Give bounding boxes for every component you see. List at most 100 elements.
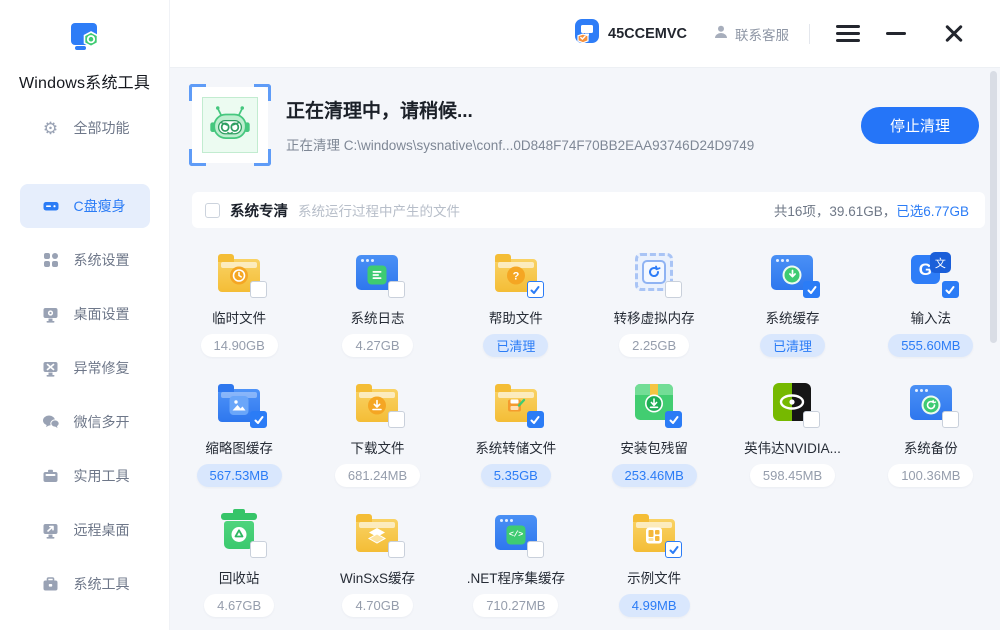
item-label: 下载文件 xyxy=(350,437,404,457)
item-size-badge: 598.45MB xyxy=(750,464,835,487)
close-button[interactable] xyxy=(926,18,970,50)
topbar: 45CCEMVC 联系客服 xyxy=(170,0,1000,68)
item-checkbox[interactable] xyxy=(388,541,405,558)
menu-button[interactable] xyxy=(830,19,866,48)
item-checkbox[interactable] xyxy=(942,411,959,428)
gear-icon: ⚙ xyxy=(42,119,60,137)
item-checkbox[interactable] xyxy=(250,281,267,298)
item-checkbox[interactable] xyxy=(388,281,405,298)
contact-support-label: 联系客服 xyxy=(735,24,789,44)
item-checkbox[interactable] xyxy=(803,281,820,298)
cleanup-item-winsxs-cache[interactable]: WinSxS缓存 4.70GB xyxy=(308,510,446,630)
item-label: 临时文件 xyxy=(212,307,266,327)
minimize-icon xyxy=(886,32,906,35)
svg-text:?: ? xyxy=(512,270,519,282)
cleanup-item-dump-files[interactable]: 系统转储文件 5.35GB xyxy=(447,380,585,510)
sidebar-item-label: C盘瘦身 xyxy=(74,196,126,216)
item-checkbox[interactable] xyxy=(665,281,682,298)
item-checkbox[interactable] xyxy=(527,541,544,558)
item-label: 回收站 xyxy=(219,567,260,587)
cleaning-text-block: 正在清理中，请稍候... 正在清理 C:\windows\sysnative\c… xyxy=(286,96,754,154)
section-header: 系统专清 系统运行过程中产生的文件 共16项，39.61GB，已选6.77GB xyxy=(192,192,985,228)
item-size-badge: 567.53MB xyxy=(197,464,282,487)
cleaning-title: 正在清理中，请稍候... xyxy=(286,96,754,123)
section-checkbox[interactable] xyxy=(205,203,220,218)
cleanup-item-system-logs[interactable]: 系统日志 4.27GB xyxy=(308,250,446,380)
item-size-badge: 681.24MB xyxy=(335,464,420,487)
item-checkbox[interactable] xyxy=(527,411,544,428)
cleanup-item-input-method[interactable]: G 文 输入法 555.60MB xyxy=(862,250,1000,380)
cleanup-item-system-cache[interactable]: 系统缓存 已清理 xyxy=(723,250,861,380)
sidebar-item-label: 实用工具 xyxy=(74,466,130,486)
monitor-repair-icon xyxy=(42,359,60,377)
grid-icon xyxy=(42,251,60,269)
scrollbar-thumb[interactable] xyxy=(990,71,997,343)
cleaning-header: 正在清理中，请稍候... 正在清理 C:\windows\sysnative\c… xyxy=(192,86,979,164)
item-size-badge: 4.67GB xyxy=(204,594,274,617)
cleaning-status-path: 正在清理 C:\windows\sysnative\conf...0D848F7… xyxy=(286,134,754,154)
item-checkbox[interactable] xyxy=(250,541,267,558)
cleanup-item-system-backup[interactable]: 系统备份 100.36MB xyxy=(862,380,1000,510)
item-label: 缩略图缓存 xyxy=(205,437,273,457)
cleanup-item-dotnet-cache[interactable]: </> .NET程序集缓存 710.27MB xyxy=(447,510,585,630)
chat-bubbles-icon xyxy=(42,413,60,431)
drive-icon xyxy=(42,197,60,215)
sidebar-nav: ⚙ 全部功能 C盘瘦身 系统设置 桌面设置 异常修复 xyxy=(0,106,169,606)
item-size-badge: 4.99MB xyxy=(619,594,690,617)
main-content: 正在清理中，请稍候... 正在清理 C:\windows\sysnative\c… xyxy=(170,68,1000,630)
item-label: 输入法 xyxy=(911,307,952,327)
item-checkbox[interactable] xyxy=(250,411,267,428)
cleanup-item-installer-leftovers[interactable]: 安装包残留 253.46MB xyxy=(585,380,723,510)
item-size-badge: 已清理 xyxy=(760,334,825,357)
app-logo-block: Windows系统工具 xyxy=(0,0,169,93)
item-checkbox[interactable] xyxy=(942,281,959,298)
cleanup-item-nvidia[interactable]: 英伟达NVIDIA... 598.45MB xyxy=(723,380,861,510)
sidebar-item-all-functions[interactable]: ⚙ 全部功能 xyxy=(20,106,150,150)
cleanup-item-thumbnail-cache[interactable]: 缩略图缓存 567.53MB xyxy=(170,380,308,510)
remote-desktop-icon xyxy=(42,521,60,539)
item-checkbox[interactable] xyxy=(665,541,682,558)
stop-cleaning-button[interactable]: 停止清理 xyxy=(861,107,979,144)
sidebar-item-label: 远程桌面 xyxy=(74,520,130,540)
toolbox-icon xyxy=(42,467,60,485)
minimize-button[interactable] xyxy=(866,26,926,41)
sidebar-item-error-repair[interactable]: 异常修复 xyxy=(20,346,150,390)
cleanup-item-virtual-memory[interactable]: 转移虚拟内存 2.25GB xyxy=(585,250,723,380)
item-checkbox[interactable] xyxy=(665,411,682,428)
cleanup-item-help-files[interactable]: ? 帮助文件 已清理 xyxy=(447,250,585,380)
item-size-badge: 710.27MB xyxy=(473,594,558,617)
item-checkbox[interactable] xyxy=(803,411,820,428)
item-checkbox[interactable] xyxy=(527,281,544,298)
app-title: Windows系统工具 xyxy=(0,69,169,93)
item-checkbox[interactable] xyxy=(388,411,405,428)
sidebar-item-utilities[interactable]: 实用工具 xyxy=(20,454,150,498)
item-label: .NET程序集缓存 xyxy=(467,567,565,587)
cleanup-item-sample-files[interactable]: 示例文件 4.99MB xyxy=(585,510,723,630)
close-icon xyxy=(944,24,964,44)
summary-selected: 已选6.77GB xyxy=(896,204,969,219)
item-label: 系统转储文件 xyxy=(475,437,556,457)
item-size-badge: 253.46MB xyxy=(612,464,697,487)
person-icon xyxy=(713,24,729,43)
hamburger-icon xyxy=(836,25,860,42)
sidebar-item-system-settings[interactable]: 系统设置 xyxy=(20,238,150,282)
cleanup-item-downloads[interactable]: 下载文件 681.24MB xyxy=(308,380,446,510)
user-account[interactable]: 45CCEMVC xyxy=(574,18,687,49)
sidebar-item-system-tools[interactable]: 系统工具 xyxy=(20,562,150,606)
cleanup-item-recycle-bin[interactable]: 回收站 4.67GB xyxy=(170,510,308,630)
contact-support-button[interactable]: 联系客服 xyxy=(713,24,789,44)
item-label: 示例文件 xyxy=(627,567,681,587)
sidebar-item-wechat-multi[interactable]: 微信多开 xyxy=(20,400,150,444)
item-label: 帮助文件 xyxy=(489,307,543,327)
sidebar-item-label: 桌面设置 xyxy=(74,304,130,324)
sidebar-item-label: 全部功能 xyxy=(74,118,130,138)
sidebar-item-label: 微信多开 xyxy=(74,412,130,432)
item-size-badge: 4.70GB xyxy=(342,594,412,617)
item-label: 转移虚拟内存 xyxy=(614,307,695,327)
sidebar-item-remote-desktop[interactable]: 远程桌面 xyxy=(20,508,150,552)
sidebar-item-c-drive-slim[interactable]: C盘瘦身 xyxy=(20,184,150,228)
sidebar: Windows系统工具 ⚙ 全部功能 C盘瘦身 系统设置 桌面设置 xyxy=(0,0,170,630)
sidebar-item-desktop-settings[interactable]: 桌面设置 xyxy=(20,292,150,336)
briefcase-icon xyxy=(42,575,60,593)
cleanup-item-temp-files[interactable]: 临时文件 14.90GB xyxy=(170,250,308,380)
